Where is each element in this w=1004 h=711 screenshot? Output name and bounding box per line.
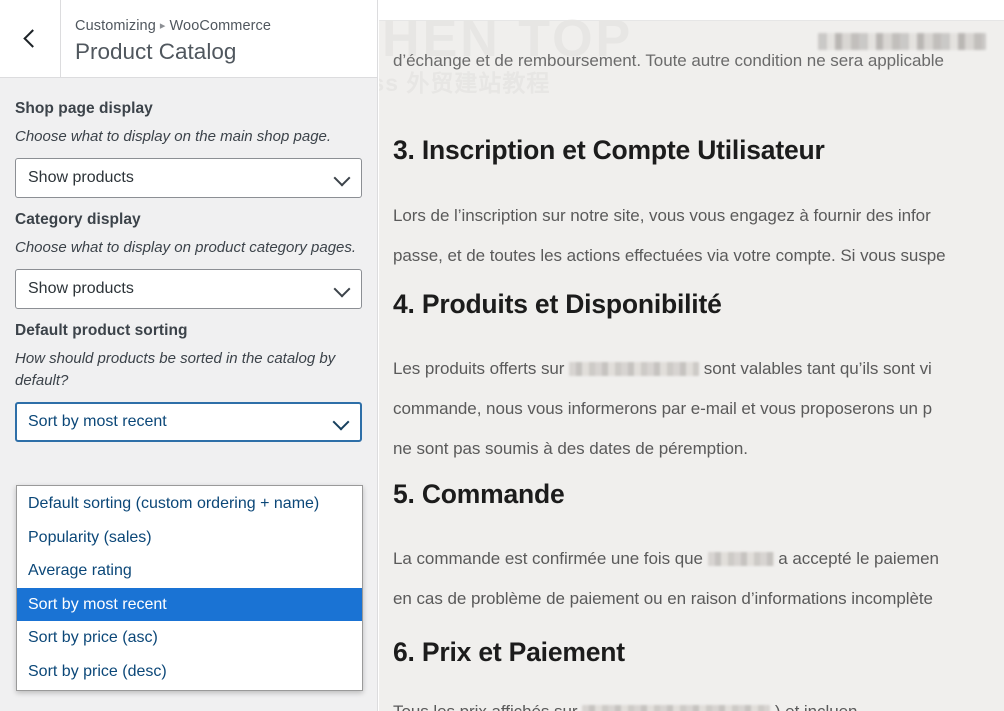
redacted-text bbox=[569, 362, 700, 376]
dropdown-option[interactable]: Popularity (sales) bbox=[17, 521, 362, 555]
paragraph-with-redaction: La commande est confirmée une fois que a… bbox=[393, 542, 939, 576]
paragraph-text: La commande est confirmée une fois que bbox=[393, 549, 708, 568]
paragraph: commande, nous vous informerons par e-ma… bbox=[393, 399, 933, 418]
paragraph-text: sont valables tant qu’ils sont vi bbox=[699, 359, 932, 378]
control-description: Choose what to display on the main shop … bbox=[15, 128, 332, 146]
control-category-display: Category display Choose what to display … bbox=[15, 208, 362, 309]
sorting-dropdown-list[interactable]: Default sorting (custom ordering + name)… bbox=[16, 485, 363, 691]
paragraph-text: Tous les prix affichés sur bbox=[393, 702, 582, 711]
back-button[interactable] bbox=[0, 0, 61, 77]
paragraph: Lors de l’inscription sur notre site, vo… bbox=[393, 206, 931, 225]
default-product-sorting-select[interactable]: Sort by most recent bbox=[15, 401, 362, 442]
control-label: Category display bbox=[15, 210, 141, 228]
paragraph-text: Les produits offerts sur bbox=[393, 359, 570, 378]
dropdown-option[interactable]: Sort by most recent bbox=[17, 587, 362, 622]
paragraph-text: a accepté le paiemen bbox=[773, 549, 939, 568]
chevron-left-icon bbox=[22, 29, 42, 48]
control-description: Choose what to display on product catego… bbox=[15, 239, 357, 256]
customizer-sidebar: Customizing ▸ WooCommerce Product Catalog … bbox=[0, 0, 378, 711]
control-label: Default product sorting bbox=[15, 321, 188, 339]
chevron-down-icon bbox=[333, 169, 351, 187]
redacted-text bbox=[707, 552, 774, 566]
dropdown-option[interactable]: Sort by price (desc) bbox=[17, 655, 362, 689]
category-display-select[interactable]: Show products bbox=[15, 268, 362, 309]
document-content: 3. Inscription et Compte Utilisateur Lors… bbox=[379, 21, 1004, 711]
breadcrumb-separator-icon: ▸ bbox=[159, 20, 166, 33]
chevron-down-icon bbox=[332, 413, 350, 431]
breadcrumb: Customizing ▸ WooCommerce bbox=[75, 17, 271, 36]
dropdown-option[interactable]: Average rating bbox=[17, 554, 362, 588]
paragraph: passe, et de toutes les actions effectué… bbox=[393, 246, 946, 265]
section-heading: 5. Commande bbox=[393, 479, 565, 509]
dropdown-option[interactable]: Sort by price (asc) bbox=[17, 621, 362, 655]
select-value: Show products bbox=[28, 168, 134, 186]
paragraph-with-redaction: Tous les prix affichés sur ) et incluen bbox=[393, 695, 857, 711]
section-heading: 6. Prix et Paiement bbox=[393, 637, 625, 667]
panel-header-text: Customizing ▸ WooCommerce Product Catalog bbox=[61, 0, 271, 77]
control-description: How should products be sorted in the cat… bbox=[15, 349, 336, 390]
paragraph: ne sont pas soumis à des dates de péremp… bbox=[393, 439, 748, 458]
redacted-text bbox=[582, 705, 771, 711]
select-value: Show products bbox=[28, 279, 134, 297]
site-preview-pane: JHCHEN TOP WordPress 外贸建站教程 d’échange et… bbox=[379, 0, 1004, 711]
section-heading: 4. Produits et Disponibilité bbox=[393, 289, 722, 319]
control-shop-page-display: Shop page display Choose what to display… bbox=[15, 97, 362, 198]
preview-topbar bbox=[379, 0, 1004, 21]
paragraph: en cas de problème de paiement ou en rai… bbox=[393, 589, 933, 608]
customizer-screen: Customizing ▸ WooCommerce Product Catalog … bbox=[0, 0, 1004, 711]
breadcrumb-section: WooCommerce bbox=[169, 18, 272, 35]
chevron-down-icon bbox=[333, 280, 351, 297]
select-value: Sort by most recent bbox=[28, 412, 167, 430]
control-label: Shop page display bbox=[15, 100, 153, 117]
section-heading: 3. Inscription et Compte Utilisateur bbox=[393, 135, 825, 165]
shop-page-display-select[interactable]: Show products bbox=[15, 157, 362, 198]
paragraph-text: ) et incluen bbox=[770, 702, 858, 711]
control-default-product-sorting: Default product sorting How should produ… bbox=[15, 319, 362, 442]
dropdown-option[interactable]: Default sorting (custom ordering + name) bbox=[17, 487, 362, 521]
redacted-logo bbox=[818, 33, 986, 50]
breadcrumb-parent: Customizing bbox=[75, 18, 156, 35]
panel-header: Customizing ▸ WooCommerce Product Catalog bbox=[0, 0, 377, 78]
paragraph-with-redaction: Les produits offerts sur sont valables t… bbox=[393, 352, 932, 386]
page-title: Product Catalog bbox=[75, 39, 237, 65]
